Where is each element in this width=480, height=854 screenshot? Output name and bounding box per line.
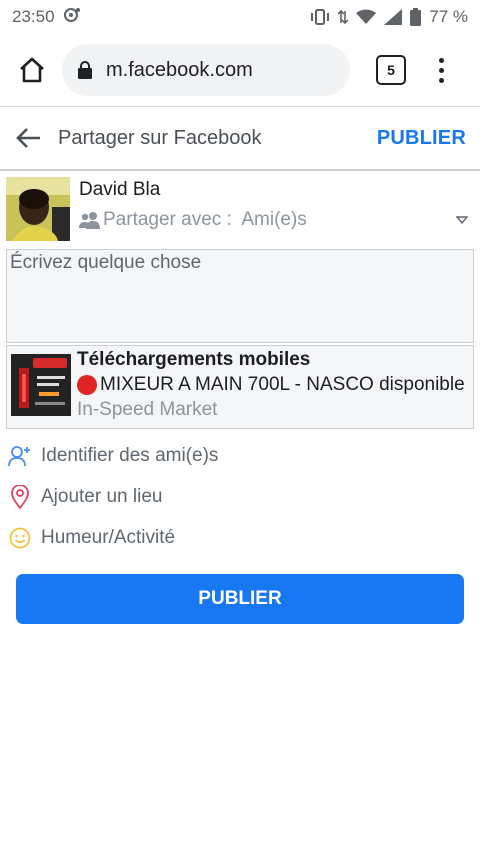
url-text: m.facebook.com [106,58,253,81]
home-icon [20,57,44,83]
composer: David Bla Partager avec : Ami(e)s Écrive… [0,171,480,429]
option-label: Humeur/Activité [41,526,176,548]
battery-icon [410,8,422,26]
author-row: David Bla Partager avec : Ami(e)s [6,177,474,243]
status-bar: 23:50 77 % [0,0,480,34]
page-title: Partager sur Facebook [58,126,262,149]
tab-switcher-button[interactable]: 5 [376,55,406,85]
share-header: Partager sur Facebook PUBLIER [0,107,480,171]
overflow-menu-button[interactable] [436,57,446,83]
avatar[interactable] [6,177,70,241]
tag-friends-option[interactable]: Identifier des ami(e)s [8,435,472,476]
mood-activity-option[interactable]: Humeur/Activité [8,517,472,558]
audience-value: Ami(e)s [241,209,307,230]
battery-percent: 77 % [429,7,468,26]
shared-link-card[interactable]: Téléchargements mobiles MIXEUR A MAIN 70… [6,345,474,429]
lock-icon [78,61,92,79]
audience-label: Partager avec : [103,209,232,230]
location-pin-icon [8,484,32,509]
audience-selector[interactable]: Partager avec : Ami(e)s [79,209,474,231]
author-name: David Bla [79,179,161,200]
option-label: Ajouter un lieu [41,485,163,507]
browser-toolbar: m.facebook.com 5 [0,34,480,106]
post-options: Identifier des ami(e)s Ajouter un lieu H… [0,435,480,558]
notification-icon [63,7,81,28]
home-button[interactable] [12,50,52,90]
vibrate-icon [310,9,330,25]
status-time: 23:50 [12,7,55,26]
signal-icon [384,9,403,25]
publish-button[interactable]: PUBLIER [16,574,464,624]
chevron-down-icon [456,216,468,224]
link-description: MIXEUR A MAIN 700L - NASCO disponible [77,374,469,396]
add-location-option[interactable]: Ajouter un lieu [8,476,472,517]
back-button[interactable] [14,123,44,153]
link-thumbnail [11,354,71,416]
back-arrow-icon [16,128,40,148]
link-title: Téléchargements mobiles [77,349,311,370]
post-text-input[interactable]: Écrivez quelque chose [6,249,474,343]
option-label: Identifier des ami(e)s [41,444,219,466]
publish-link[interactable]: PUBLIER [377,127,466,150]
link-source: In-Speed Market [77,399,218,420]
address-bar[interactable]: m.facebook.com [62,44,350,96]
add-person-icon [8,445,32,467]
wifi-icon [356,9,377,25]
data-arrows-icon [338,9,349,25]
red-circle-icon [77,375,97,395]
friends-icon [79,212,100,229]
smiley-icon [8,527,32,549]
